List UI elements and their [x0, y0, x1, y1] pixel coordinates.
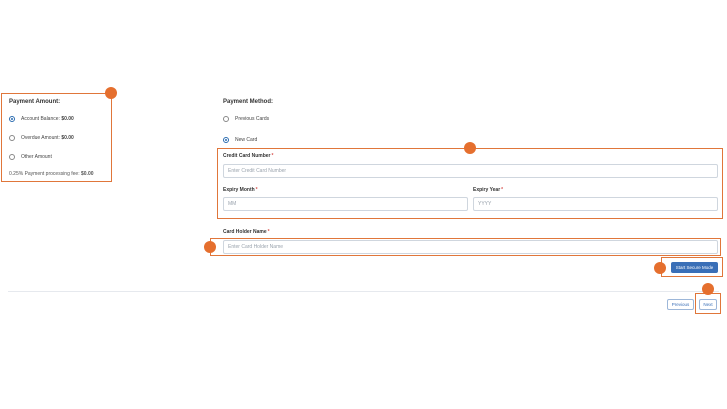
expiry-month-label: Expiry Month* [223, 187, 258, 193]
annotation-marker [702, 283, 714, 295]
start-secure-mode-button[interactable]: Start Secure Mode [671, 262, 718, 273]
annotation-marker [654, 262, 666, 274]
previous-button[interactable]: Previous [667, 299, 694, 310]
option-label: Other Amount [21, 154, 52, 160]
payment-method-title: Payment Method: [223, 99, 274, 105]
radio-button[interactable] [9, 135, 15, 141]
option-label: New Card [235, 137, 258, 143]
expiry-year-label: Expiry Year* [473, 187, 504, 193]
expiry-year-input[interactable]: YYYY [473, 197, 718, 211]
annotation-marker [105, 87, 117, 99]
placeholder-text: YYYY [478, 201, 492, 207]
option-label: Overdue Amount: [21, 135, 60, 141]
holder-name-label: Card Holder Name* [223, 229, 270, 235]
option-amount: $0.00 [61, 135, 74, 141]
radio-button[interactable] [223, 116, 229, 122]
option-label: Previous Cards [235, 116, 270, 122]
next-button[interactable]: Next [699, 299, 717, 310]
option-overdue-amount[interactable]: Overdue Amount: $0.00 [9, 135, 74, 141]
option-account-balance[interactable]: Account Balance: $0.00 [9, 116, 74, 122]
placeholder-text: Enter Credit Card Number [228, 168, 287, 174]
holder-name-input[interactable]: Enter Card Holder Name [223, 240, 718, 254]
card-number-label: Credit Card Number* [223, 153, 274, 159]
option-amount: $0.00 [61, 116, 74, 122]
card-number-input[interactable]: Enter Credit Card Number [223, 164, 718, 178]
option-new-card[interactable]: New Card [223, 137, 257, 143]
annotation-marker [464, 142, 476, 154]
placeholder-text: MM [228, 201, 237, 207]
radio-button[interactable] [9, 116, 15, 122]
divider [8, 291, 719, 292]
fee-value: $0.00 [81, 171, 94, 177]
radio-button[interactable] [223, 137, 229, 143]
option-label: Account Balance: [21, 116, 60, 122]
expiry-month-input[interactable]: MM [223, 197, 468, 211]
option-other-amount[interactable]: Other Amount [9, 154, 52, 160]
placeholder-text: Enter Card Holder Name [228, 244, 284, 250]
annotation-marker [204, 241, 216, 253]
payment-amount-title: Payment Amount: [9, 99, 61, 105]
fee-label: 0.25% Payment processing fee: [9, 171, 80, 177]
option-previous-cards[interactable]: Previous Cards [223, 116, 269, 122]
radio-button[interactable] [9, 154, 15, 160]
processing-fee: 0.25% Payment processing fee: $0.00 [9, 171, 94, 177]
